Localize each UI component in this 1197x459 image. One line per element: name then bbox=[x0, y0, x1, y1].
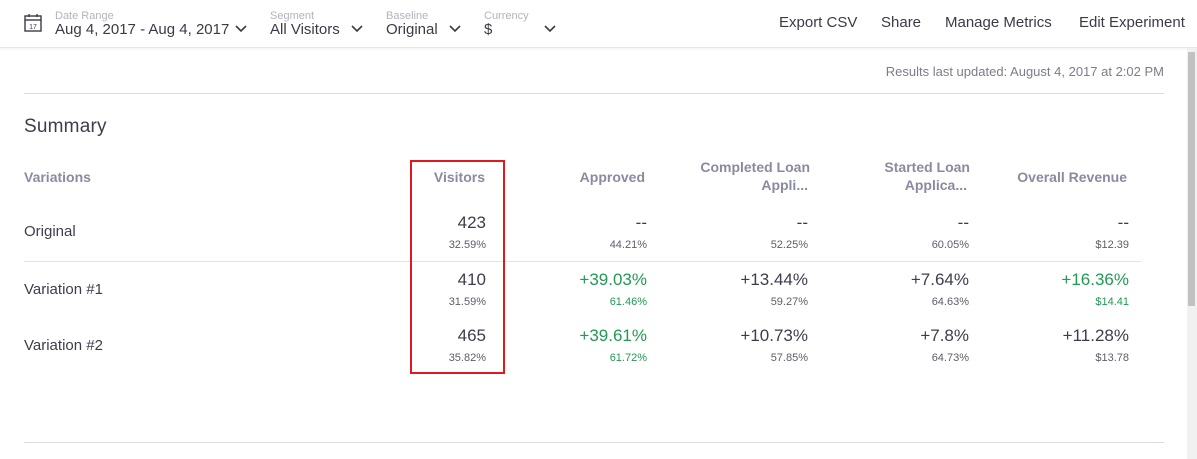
chevron-down-icon bbox=[351, 25, 363, 33]
started-value: -- bbox=[957, 213, 969, 232]
column-header-completed-loan[interactable]: Completed Loan Appli... bbox=[660, 158, 810, 194]
export-csv-button[interactable]: Export CSV bbox=[779, 14, 857, 32]
started-value: +7.64% bbox=[910, 270, 969, 289]
chevron-down-icon bbox=[544, 25, 556, 33]
calendar-icon[interactable]: 17 bbox=[24, 13, 42, 32]
completed-value: +13.44% bbox=[740, 270, 808, 289]
top-toolbar: 17 Date Range Aug 4, 2017 - Aug 4, 2017 … bbox=[0, 0, 1197, 48]
started-rate: 64.63% bbox=[931, 296, 969, 308]
results-updated-text: Results last updated: August 4, 2017 at … bbox=[885, 64, 1164, 79]
revenue-per-visitor: $12.39 bbox=[1095, 239, 1129, 251]
baseline-value: Original bbox=[386, 21, 438, 38]
revenue-value: +11.28% bbox=[1062, 326, 1129, 345]
completed-value: +10.73% bbox=[740, 326, 808, 345]
approved-rate: 61.46% bbox=[609, 296, 647, 308]
approved-value: +39.61% bbox=[579, 326, 647, 345]
date-range-dropdown[interactable]: Date Range Aug 4, 2017 - Aug 4, 2017 bbox=[55, 10, 251, 40]
approved-rate: 44.21% bbox=[609, 239, 647, 251]
date-range-value: Aug 4, 2017 - Aug 4, 2017 bbox=[55, 21, 230, 38]
visitors-column-highlight bbox=[410, 160, 505, 374]
revenue-value: +16.36% bbox=[1061, 270, 1129, 289]
started-value: +7.8% bbox=[920, 326, 969, 345]
column-header-started-line1: Started Loan bbox=[884, 159, 970, 175]
edit-experiment-button[interactable]: Edit Experiment bbox=[1079, 14, 1185, 32]
divider bbox=[24, 442, 1164, 443]
column-header-overall-revenue[interactable]: Overall Revenue bbox=[980, 168, 1127, 186]
row-variation-name[interactable]: Variation #2 bbox=[24, 337, 103, 354]
segment-dropdown[interactable]: Segment All Visitors bbox=[270, 10, 366, 40]
row-divider bbox=[24, 261, 1141, 262]
manage-metrics-button[interactable]: Manage Metrics bbox=[945, 14, 1052, 32]
completed-rate: 52.25% bbox=[770, 239, 808, 251]
chevron-down-icon bbox=[449, 25, 461, 33]
column-header-approved[interactable]: Approved bbox=[525, 168, 645, 186]
currency-value: $ bbox=[484, 21, 493, 38]
scrollbar-thumb[interactable] bbox=[1188, 52, 1195, 306]
completed-value: -- bbox=[796, 213, 808, 232]
started-rate: 60.05% bbox=[931, 239, 969, 251]
revenue-per-visitor: $14.41 bbox=[1095, 296, 1129, 308]
svg-text:17: 17 bbox=[29, 24, 37, 31]
completed-rate: 57.85% bbox=[770, 352, 808, 364]
approved-value: +39.03% bbox=[579, 270, 647, 289]
column-header-started-loan[interactable]: Started Loan Applica... bbox=[820, 158, 970, 194]
column-header-variations[interactable]: Variations bbox=[24, 168, 91, 186]
completed-rate: 59.27% bbox=[770, 296, 808, 308]
baseline-dropdown[interactable]: Baseline Original bbox=[386, 10, 466, 40]
revenue-value: -- bbox=[1117, 213, 1129, 232]
column-header-completed-line1: Completed Loan bbox=[700, 159, 810, 175]
started-rate: 64.73% bbox=[931, 352, 969, 364]
column-header-started-line2: Applica... bbox=[904, 177, 967, 193]
row-variation-name[interactable]: Original bbox=[24, 223, 76, 240]
column-header-completed-line2: Appli... bbox=[761, 177, 808, 193]
row-variation-name[interactable]: Variation #1 bbox=[24, 281, 103, 298]
segment-value: All Visitors bbox=[270, 21, 340, 38]
summary-title: Summary bbox=[24, 116, 107, 137]
divider bbox=[24, 93, 1164, 94]
chevron-down-icon bbox=[235, 25, 247, 33]
currency-dropdown[interactable]: Currency $ bbox=[484, 10, 564, 40]
approved-value: -- bbox=[635, 213, 647, 232]
share-button[interactable]: Share bbox=[881, 14, 921, 32]
approved-rate: 61.72% bbox=[609, 352, 647, 364]
revenue-per-visitor: $13.78 bbox=[1095, 352, 1129, 364]
